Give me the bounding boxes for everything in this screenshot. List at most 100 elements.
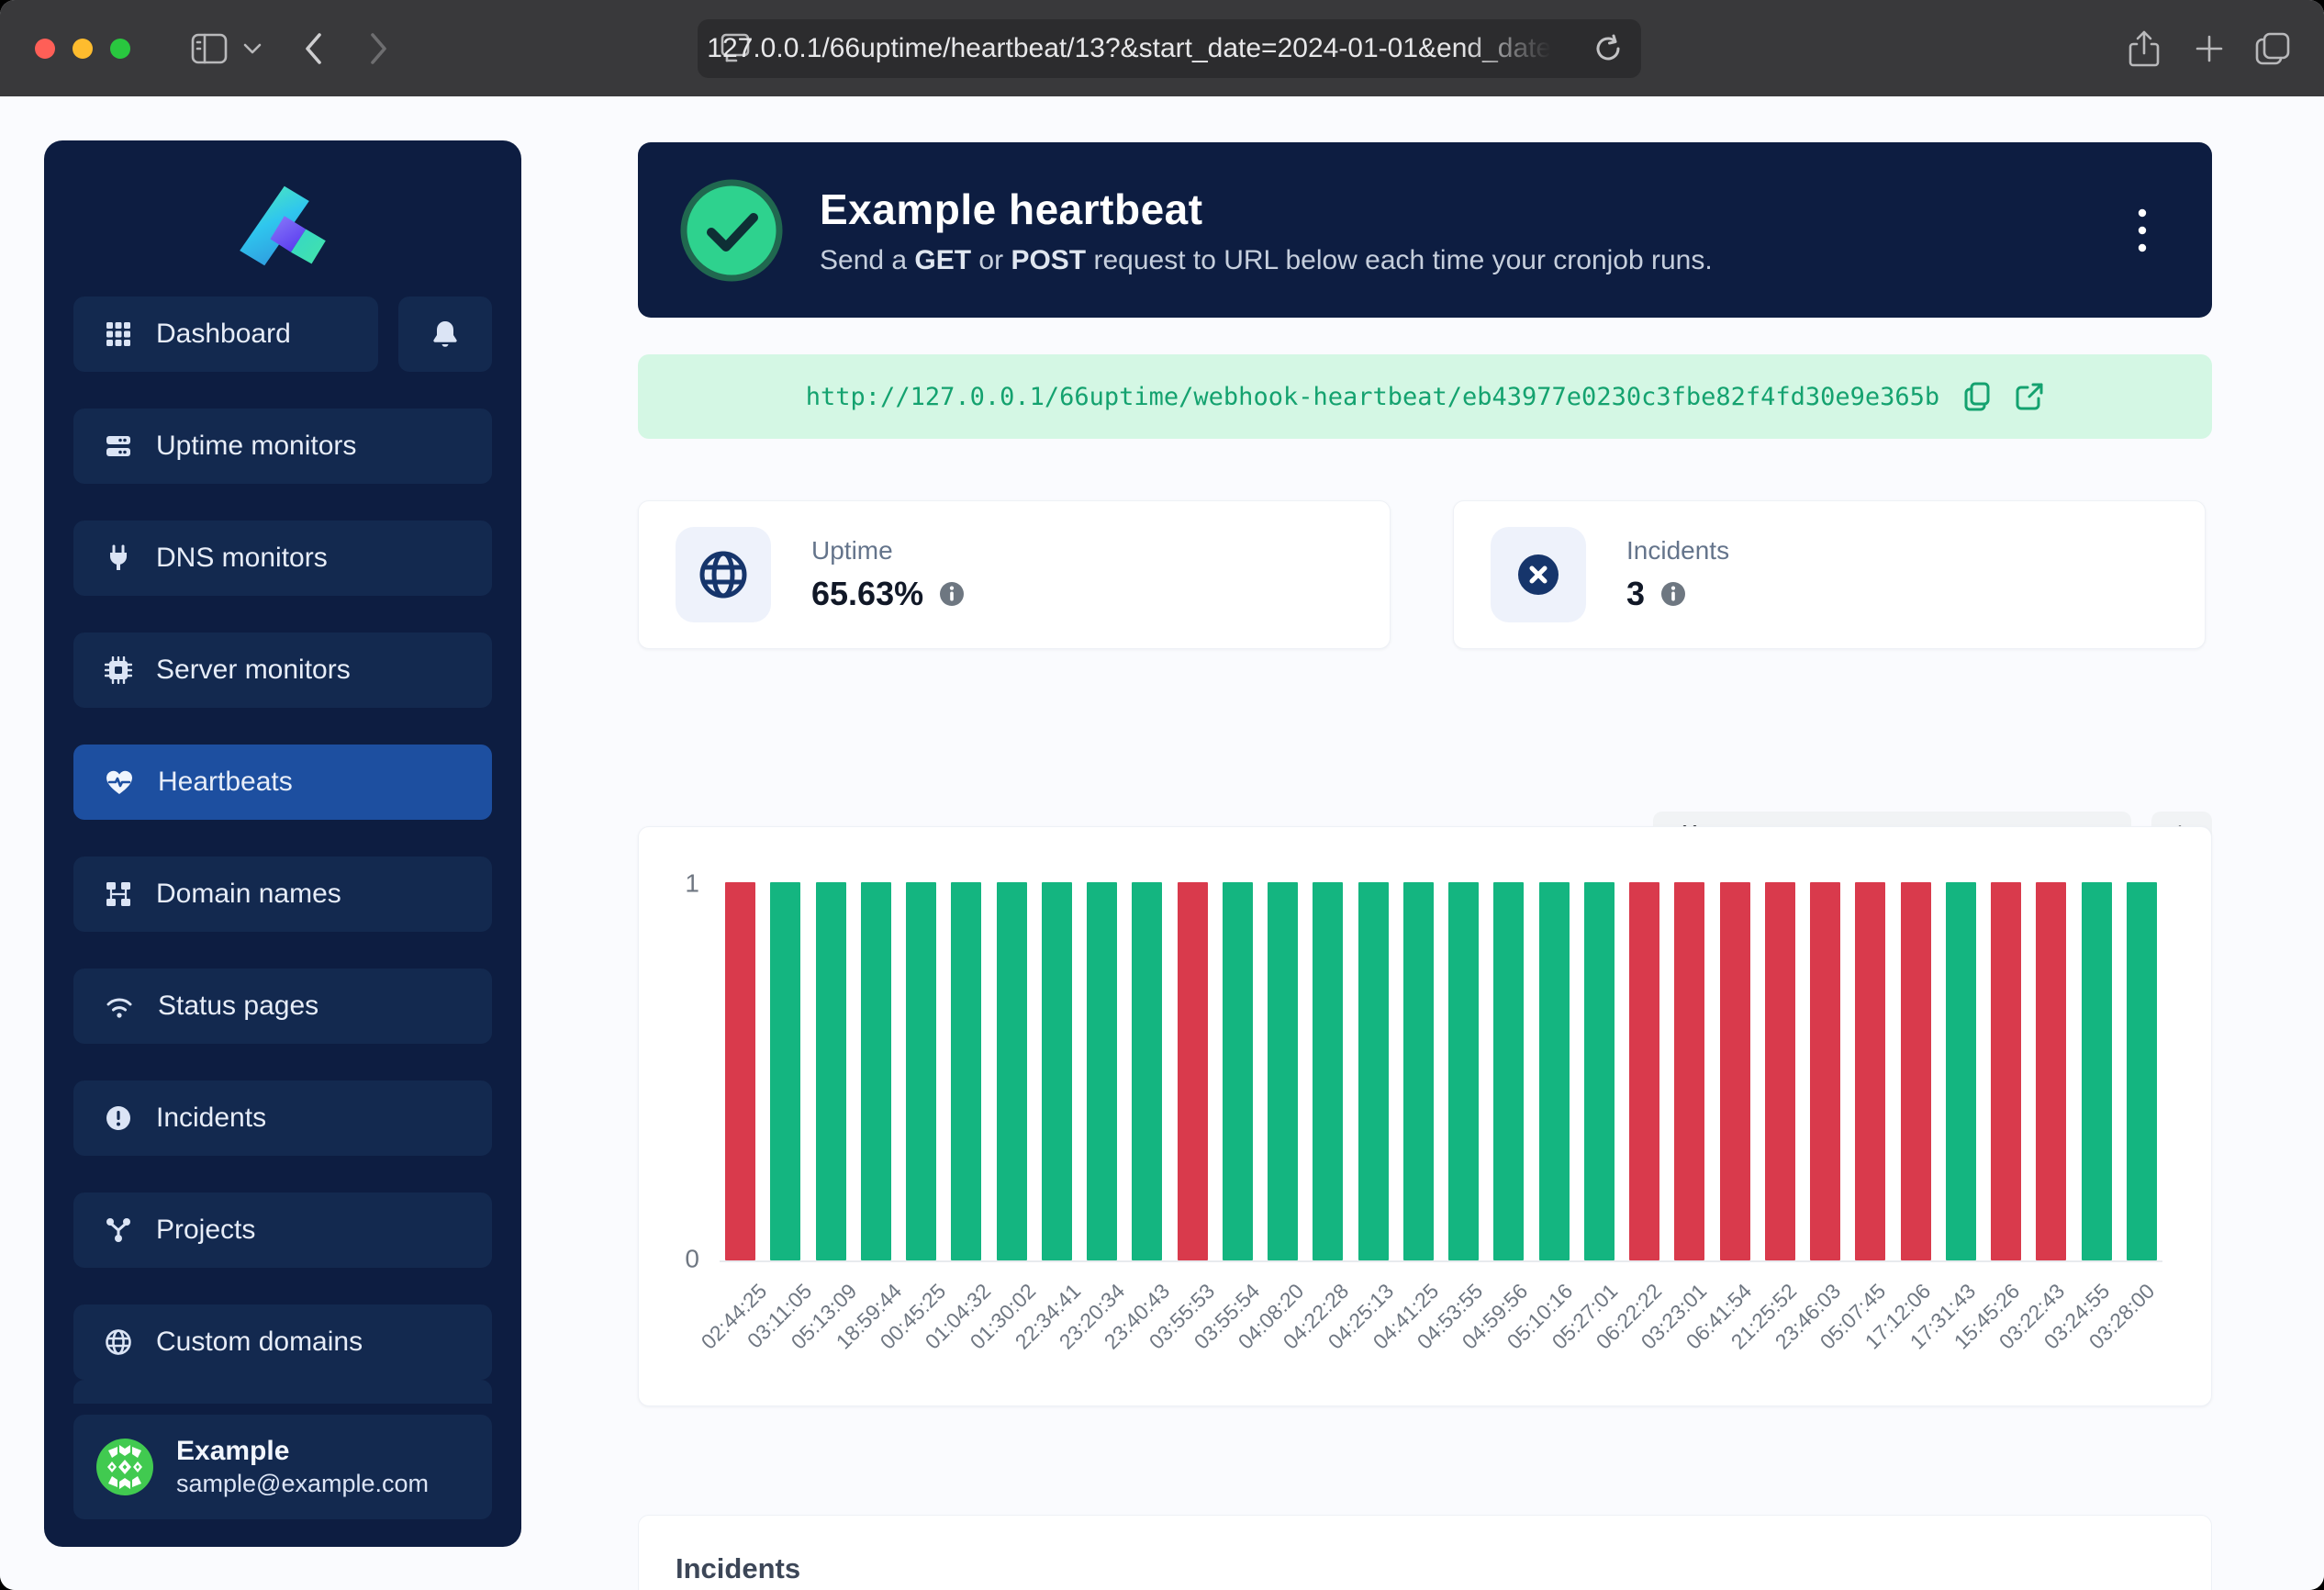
66uptime-logo: [228, 185, 338, 267]
chart-bar-up[interactable]: [2082, 882, 2112, 1260]
kebab-icon: [2138, 207, 2147, 253]
sidebar-item-label: Projects: [156, 1215, 255, 1246]
minimize-window-button[interactable]: [73, 39, 93, 59]
chart-bar-down[interactable]: [1674, 882, 1704, 1260]
chart-bar-up[interactable]: [1539, 882, 1570, 1260]
sidebar-item-domain-names[interactable]: Domain names: [73, 857, 492, 932]
copy-icon[interactable]: [1963, 381, 1991, 412]
info-icon[interactable]: [1659, 580, 1687, 608]
page-title: Example heartbeat: [820, 185, 1713, 234]
server-stack-icon: [105, 432, 132, 460]
chart-plot-area: 1 0: [720, 882, 2162, 1262]
y-axis-tick: 1: [685, 869, 699, 899]
chart-bar-up[interactable]: [1403, 882, 1434, 1260]
x-circle-icon: [1513, 549, 1564, 600]
new-tab-icon[interactable]: [2194, 33, 2225, 64]
incidents-stat-card: Incidents 3: [1453, 500, 2206, 649]
sidebar: Dashboard Uptime monitors DNS monitors: [44, 140, 521, 1547]
url-text: 127.0.0.1/66uptime/heartbeat/13?&start_d…: [698, 33, 1577, 64]
chart-bar-up[interactable]: [1042, 882, 1072, 1260]
incidents-stat-tile: [1491, 527, 1586, 622]
chart-bar-up[interactable]: [1946, 882, 1976, 1260]
sidebar-item-label: Custom domains: [156, 1327, 363, 1358]
check-circle-icon: [680, 179, 783, 282]
sitemap-icon: [105, 880, 132, 908]
heart-pulse-icon: [105, 768, 134, 796]
user-card[interactable]: Example sample@example.com: [73, 1415, 492, 1519]
globe-icon: [105, 1328, 132, 1356]
chart-bar-down[interactable]: [1629, 882, 1659, 1260]
share-nodes-icon: [105, 1217, 132, 1243]
chart-bar-up[interactable]: [861, 882, 891, 1260]
sidebar-item-status-pages[interactable]: Status pages: [73, 969, 492, 1044]
browser-window: 127.0.0.1/66uptime/heartbeat/13?&start_d…: [0, 0, 2324, 1590]
notifications-button[interactable]: [398, 297, 492, 372]
zoom-window-button[interactable]: [110, 39, 130, 59]
external-link-icon[interactable]: [2015, 382, 2044, 411]
app-content: Dashboard Uptime monitors DNS monitors: [0, 96, 2324, 1590]
sidebar-item-label: Incidents: [156, 1103, 266, 1134]
chart-bar-down[interactable]: [1810, 882, 1840, 1260]
chart-bar-up[interactable]: [1493, 882, 1524, 1260]
chart-bar-down[interactable]: [1178, 882, 1208, 1260]
chart-bar-up[interactable]: [951, 882, 981, 1260]
sidebar-item-partial[interactable]: [73, 1380, 492, 1404]
sidebar-item-dashboard[interactable]: Dashboard: [73, 297, 378, 372]
chart-bars: [720, 882, 2162, 1260]
chart-bar-up[interactable]: [2127, 882, 2157, 1260]
incidents-section-title: Incidents: [676, 1552, 2174, 1585]
sidebar-item-label: DNS monitors: [156, 543, 328, 574]
info-icon[interactable]: [938, 580, 966, 608]
globe-icon: [698, 549, 749, 600]
webhook-url[interactable]: http://127.0.0.1/66uptime/webhook-heartb…: [806, 383, 1939, 411]
chart-bar-up[interactable]: [1584, 882, 1615, 1260]
back-button[interactable]: [303, 32, 323, 65]
share-icon[interactable]: [2128, 29, 2161, 68]
chart-bar-down[interactable]: [1855, 882, 1885, 1260]
forward-button[interactable]: [369, 32, 389, 65]
chart-bar-up[interactable]: [906, 882, 936, 1260]
chart-bar-up[interactable]: [1132, 882, 1162, 1260]
heartbeat-header-card: Example heartbeat Send a GET or POST req…: [638, 142, 2212, 318]
chart-bar-up[interactable]: [816, 882, 846, 1260]
sidebar-item-incidents[interactable]: Incidents: [73, 1081, 492, 1156]
sidebar-toggle-icon[interactable]: [191, 33, 228, 64]
chart-bar-down[interactable]: [1720, 882, 1750, 1260]
chart-bar-up[interactable]: [770, 882, 800, 1260]
chart-bar-down[interactable]: [1991, 882, 2021, 1260]
sidebar-item-server-monitors[interactable]: Server monitors: [73, 633, 492, 708]
bell-icon: [431, 319, 459, 349]
reload-icon[interactable]: [1592, 32, 1625, 70]
address-bar[interactable]: 127.0.0.1/66uptime/heartbeat/13?&start_d…: [698, 19, 1641, 78]
tab-overview-icon[interactable]: [2254, 31, 2291, 66]
wifi-icon: [105, 993, 134, 1019]
sidebar-item-label: Status pages: [158, 991, 318, 1022]
sidebar-item-dns-monitors[interactable]: DNS monitors: [73, 521, 492, 596]
sidebar-item-uptime-monitors[interactable]: Uptime monitors: [73, 409, 492, 484]
sidebar-item-custom-domains[interactable]: Custom domains: [73, 1304, 492, 1380]
chevron-down-icon[interactable]: [242, 42, 263, 55]
chart-bar-down[interactable]: [2036, 882, 2066, 1260]
chart-bar-down[interactable]: [1901, 882, 1931, 1260]
chart-bar-up[interactable]: [1358, 882, 1389, 1260]
chart-bar-down[interactable]: [725, 882, 755, 1260]
uptime-stat-tile: [676, 527, 771, 622]
chart-bar-down[interactable]: [1765, 882, 1795, 1260]
chart-bar-up[interactable]: [1448, 882, 1479, 1260]
chart-bar-up[interactable]: [997, 882, 1027, 1260]
close-window-button[interactable]: [35, 39, 55, 59]
sidebar-item-heartbeats[interactable]: Heartbeats: [73, 745, 492, 820]
sidebar-item-projects[interactable]: Projects: [73, 1192, 492, 1268]
sidebar-item-label: Server monitors: [156, 655, 351, 686]
heartbeat-chart-card: 1 0 02:44:2503:11:0505:13:0918:59:4400:4…: [638, 826, 2212, 1406]
sidebar-item-label: Uptime monitors: [156, 431, 356, 462]
chart-bar-up[interactable]: [1223, 882, 1253, 1260]
kebab-menu-button[interactable]: [2115, 194, 2170, 267]
chart-bar-up[interactable]: [1268, 882, 1298, 1260]
user-email: sample@example.com: [176, 1469, 429, 1500]
uptime-label: Uptime: [811, 536, 966, 565]
chart-bar-up[interactable]: [1087, 882, 1117, 1260]
chart-bar-up[interactable]: [1313, 882, 1343, 1260]
page-subtitle: Send a GET or POST request to URL below …: [820, 245, 1713, 276]
sidebar-nav: Uptime monitors DNS monitors Server moni…: [73, 372, 492, 1380]
